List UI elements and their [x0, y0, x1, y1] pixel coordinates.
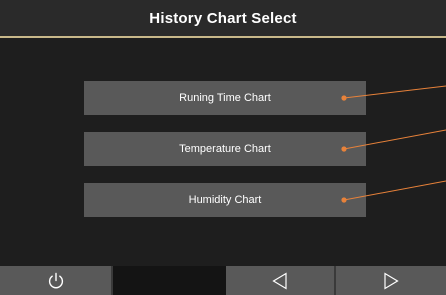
previous-button[interactable]	[226, 266, 336, 295]
title-bar: History Chart Select	[0, 0, 446, 38]
bottom-toolbar	[0, 266, 446, 295]
power-icon	[48, 272, 63, 288]
temperature-chart-label: Temperature Chart	[179, 143, 271, 155]
triangle-right-icon	[384, 271, 399, 290]
running-time-chart-label: Runing Time Chart	[179, 92, 271, 104]
next-button[interactable]	[336, 266, 446, 295]
temperature-chart-button[interactable]: Temperature Chart	[84, 132, 366, 166]
humidity-chart-button[interactable]: Humidity Chart	[84, 183, 366, 217]
blank-button	[113, 266, 226, 295]
humidity-chart-label: Humidity Chart	[188, 194, 262, 206]
power-button[interactable]	[0, 266, 113, 295]
triangle-left-icon	[272, 271, 287, 290]
running-time-chart-button[interactable]: Runing Time Chart	[84, 81, 366, 115]
page-title: History Chart Select	[149, 9, 297, 27]
